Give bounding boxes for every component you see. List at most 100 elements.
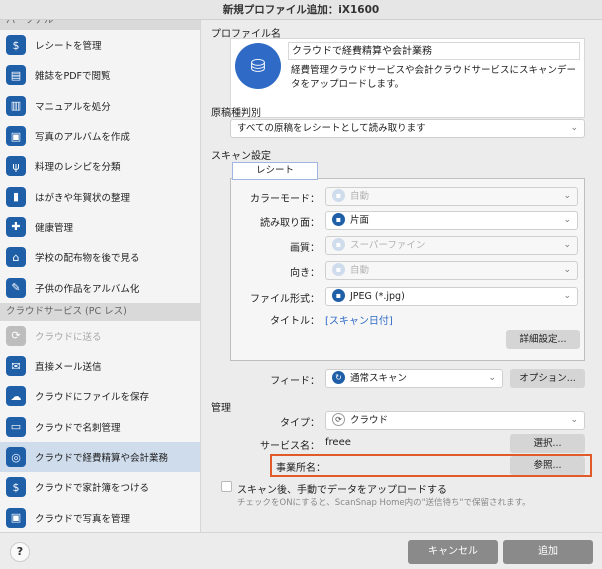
sidebar-item-label: 写真のアルバムを作成	[35, 132, 130, 144]
sidebar-section-personal: パーソナル	[0, 20, 200, 30]
sidebar-item-health[interactable]: ✚ 健康管理	[0, 212, 200, 242]
file-format-value: JPEG (*.jpg)	[350, 291, 405, 302]
footer-bar: ? キャンセル 追加	[0, 532, 602, 569]
browse-office-button[interactable]: 参照...	[510, 456, 585, 475]
cloud-send-icon: ⟳	[6, 325, 26, 346]
sidebar-item-school[interactable]: ⌂ 学校の配布物を後で見る	[0, 242, 200, 272]
quality-value: スーパーファイン	[350, 240, 426, 251]
type-value: クラウド	[350, 415, 389, 426]
manual-upload-checkbox[interactable]	[221, 481, 232, 492]
cloud-photo-icon: ▣	[6, 507, 26, 528]
sidebar-item-label: 直接メール送信	[35, 362, 102, 374]
sidebar-item-photo-album[interactable]: ▣ 写真のアルバムを作成	[0, 121, 200, 151]
sidebar-item-cloud-send[interactable]: ⟳ クラウドに送る	[0, 321, 200, 351]
sidebar-item-receipt[interactable]: $ レシートを管理	[0, 30, 200, 60]
sidebar-item-label: 料理のレシピを分類	[35, 162, 121, 174]
profile-box: ⛁ クラウドで経費精算や会計業務 経費管理クラウドサービスや会計クラウドサービス…	[230, 38, 585, 118]
profile-name-input[interactable]: クラウドで経費精算や会計業務	[288, 42, 580, 60]
postcard-icon: ▮	[6, 186, 26, 207]
sidebar-item-label: 雑誌をPDFで閲覧	[35, 71, 111, 83]
cloud-save-icon: ☁	[6, 386, 26, 407]
sidebar-item-cloud-save[interactable]: ☁ クラウドにファイルを保存	[0, 381, 200, 411]
select-service-button[interactable]: 選択...	[510, 434, 585, 453]
normal-scan-icon: ↻	[332, 371, 345, 384]
sidebar-item-expense[interactable]: ◎ クラウドで経費精算や会計業務	[0, 441, 200, 473]
service-name-label: サービス名：	[260, 441, 320, 452]
coin-stack-icon[interactable]: ⛁	[235, 43, 281, 89]
type-select[interactable]: ⟳ クラウド ⌄	[325, 411, 585, 430]
sidebar-item-label: クラウドにファイルを保存	[35, 392, 150, 404]
sidebar-item-postcard[interactable]: ▮ はがきや年賀状の整理	[0, 181, 200, 211]
sidebar-item-household-budget[interactable]: $ クラウドで家計簿をつける	[0, 472, 200, 502]
options-button[interactable]: オプション...	[510, 369, 585, 388]
chevron-down-icon: ⌄	[563, 215, 571, 225]
side-label: 読み取り面：	[260, 218, 320, 229]
sidebar-item-label: はがきや年賀状の整理	[35, 192, 131, 204]
school-icon: ⌂	[6, 247, 26, 268]
feed-select[interactable]: ↻ 通常スキャン ⌄	[325, 369, 503, 388]
chevron-down-icon: ⌄	[563, 291, 571, 301]
manual-upload-label[interactable]: スキャン後、手動でデータをアップロードする	[237, 481, 447, 496]
management-label: 管理	[211, 403, 231, 414]
doc-type-value: すべての原稿をレシートとして読み取ります	[237, 123, 426, 134]
sidebar-item-manual[interactable]: ▥ マニュアルを処分	[0, 91, 200, 121]
profile-description[interactable]: 経費管理クラウドサービスや会計クラウドサービスにスキャンデータをアップロードしま…	[288, 63, 580, 93]
chevron-down-icon: ⌄	[570, 123, 578, 133]
kids-art-icon: ✎	[6, 277, 26, 298]
doc-type-select[interactable]: すべての原稿をレシートとして読み取ります ⌄	[230, 119, 585, 138]
sidebar-item-cloud-photo[interactable]: ▣ クラウドで写真を管理	[0, 502, 200, 532]
cloud-type-icon: ⟳	[332, 413, 345, 426]
feed-label: フィード：	[270, 376, 320, 387]
sidebar-item-label: 学校の配布物を後で見る	[35, 253, 140, 265]
manual-upload-hint: チェックをONにすると、ScanSnap Home内の"送信待ち"で保留されます…	[237, 498, 531, 508]
chevron-down-icon: ⌄	[563, 191, 571, 201]
sidebar-item-business-card[interactable]: ▭ クラウドで名刺管理	[0, 412, 200, 442]
sidebar-item-label: マニュアルを処分	[35, 101, 111, 113]
magazine-icon: ▤	[6, 65, 26, 86]
chevron-down-icon: ⌄	[570, 415, 578, 425]
orientation-icon: ▪	[332, 263, 345, 276]
health-icon: ✚	[6, 216, 26, 237]
cancel-button[interactable]: キャンセル	[408, 540, 498, 564]
sidebar-item-magazine[interactable]: ▤ 雑誌をPDFで閲覧	[0, 60, 200, 90]
color-mode-label: カラーモード：	[250, 194, 320, 205]
color-mode-value: 自動	[350, 191, 370, 202]
mail-icon: ✉	[6, 356, 26, 377]
sidebar-item-recipe[interactable]: ψ 料理のレシピを分類	[0, 151, 200, 181]
sidebar-item-label: クラウドで家計簿をつける	[35, 483, 150, 495]
orientation-label: 向き：	[290, 268, 320, 279]
sidebar-item-label: クラウドで経費精算や会計業務	[35, 453, 169, 464]
file-format-select[interactable]: ▪ JPEG (*.jpg) ⌄	[325, 287, 578, 306]
scan-settings-label: スキャン設定	[211, 151, 271, 162]
help-button[interactable]: ?	[10, 542, 30, 562]
chevron-down-icon: ⌄	[488, 373, 496, 383]
add-button[interactable]: 追加	[503, 540, 593, 564]
business-card-icon: ▭	[6, 416, 26, 437]
sidebar-item-label: クラウドで写真を管理	[35, 513, 131, 525]
tab-receipt[interactable]: レシート	[232, 162, 318, 180]
jpeg-icon: ▪	[332, 289, 345, 302]
sidebar-item-label: 健康管理	[35, 222, 74, 234]
orientation-select: ▪ 自動 ⌄	[325, 261, 578, 280]
sidebar-item-kids-art[interactable]: ✎ 子供の作品をアルバム化	[0, 272, 200, 302]
photo-album-icon: ▣	[6, 126, 26, 147]
sidebar-item-label: 子供の作品をアルバム化	[35, 283, 140, 295]
sidebar-item-label: レシートを管理	[35, 41, 102, 53]
profile-sidebar: パーソナル $ レシートを管理 ▤ 雑誌をPDFで閲覧 ▥ マニュアルを処分 ▣ 写真のアルバ…	[0, 20, 201, 532]
side-select[interactable]: ▪ 片面 ⌄	[325, 211, 578, 230]
manual-icon: ▥	[6, 95, 26, 116]
sidebar-item-label: クラウドで名刺管理	[35, 422, 121, 434]
type-label: タイプ：	[280, 418, 320, 429]
service-name-value: freee	[325, 437, 351, 448]
sidebar-item-mail[interactable]: ✉ 直接メール送信	[0, 351, 200, 381]
doc-type-label: 原稿種判別	[211, 108, 261, 119]
title-value-link[interactable]: [スキャン日付]	[325, 312, 393, 327]
chevron-down-icon: ⌄	[563, 240, 571, 250]
single-side-icon: ▪	[332, 213, 345, 226]
household-budget-icon: $	[6, 477, 26, 498]
detail-settings-button[interactable]: 詳細設定...	[506, 330, 580, 349]
expense-icon: ◎	[6, 447, 26, 467]
sidebar-section-cloud: クラウドサービス (PC レス)	[0, 302, 200, 321]
quality-select: ▪ スーパーファイン ⌄	[325, 236, 578, 255]
profile-settings-panel: プロファイル名 ⛁ クラウドで経費精算や会計業務 経費管理クラウドサービスや会計…	[202, 20, 602, 532]
